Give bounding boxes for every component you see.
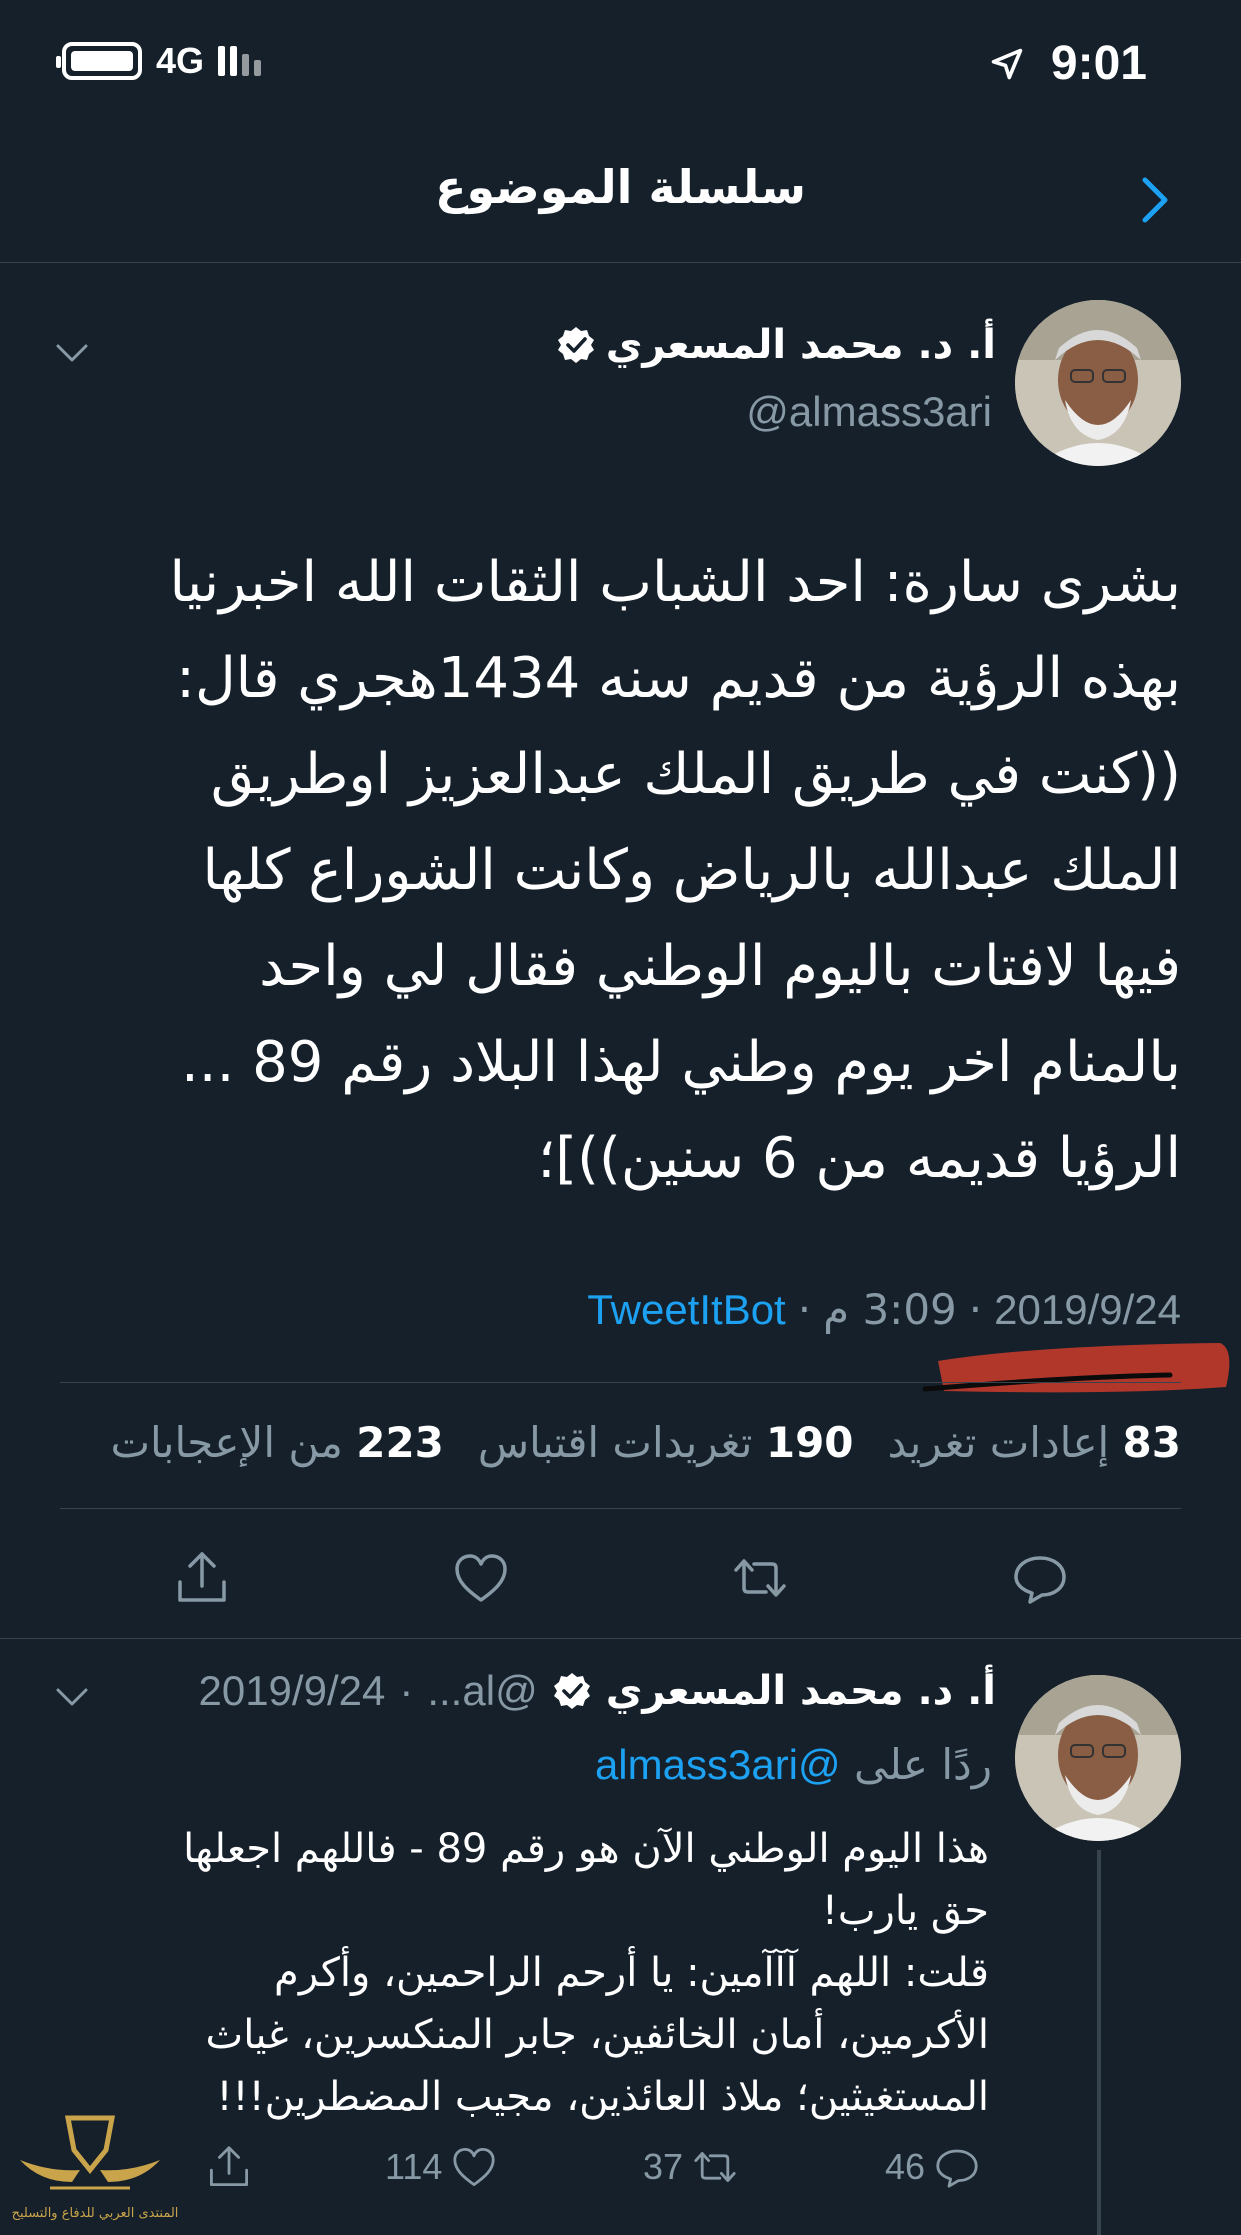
meta-separator: · [399,1667,414,1714]
avatar[interactable] [1015,300,1181,466]
reply-author-name[interactable]: أ. د. محمد المسعري [606,1668,996,1714]
likes-count: 223 [356,1418,444,1467]
like-icon [453,2148,496,2186]
replying-label: ردًا على [854,1740,992,1789]
tweet-source[interactable]: TweetItBot [587,1286,785,1334]
divider [60,1382,1181,1383]
reply-retweet-button[interactable]: 37 [643,2143,739,2191]
retweets-label: إعادات تغريد [887,1418,1110,1467]
reply-reply-button[interactable]: 46 [885,2143,981,2191]
red-annotation-mark [922,1343,1230,1393]
author-handle[interactable]: @almass3ari [746,388,992,436]
divider [60,1508,1181,1509]
reply-share-button[interactable] [205,2143,253,2191]
avatar[interactable] [1015,1675,1181,1841]
watermark-logo: المنتدى العربي للدفاع والتسليح [10,2110,178,2235]
share-icon[interactable] [172,1548,232,1608]
status-left: 4G [56,40,262,82]
reply-header: أ. د. محمد المسعري @al... · 2019/9/24 [198,1667,996,1715]
reply-icon [936,2149,978,2188]
replying-to: ردًا على @almass3ari [595,1740,992,1789]
likes-stat[interactable]: 223 من الإعجابات [110,1418,443,1467]
navigation-header: سلسلة الموضوع [0,130,1241,263]
meta-separator: · [797,1285,812,1334]
tweet-actions [0,1548,1241,1608]
avatar-image [1015,300,1181,466]
avatar-image [1015,1675,1181,1841]
tweet-text: بشرى سارة: احد الشباب الثقات الله اخبرني… [169,550,1181,1191]
replying-mention[interactable]: @almass3ari [595,1741,841,1788]
reply-handle[interactable]: @al... [427,1667,537,1715]
reply-count: 46 [885,2146,926,2187]
share-icon [210,2146,248,2186]
watermark-text: المنتدى العربي للدفاع والتسليح [11,2206,179,2221]
retweets-stat[interactable]: 83 إعادات تغريد [888,1418,1181,1467]
verified-badge-icon [557,327,594,363]
status-bar: 4G 9:01 [0,0,1241,130]
like-count: 114 [385,2146,443,2187]
reply-date[interactable]: 2019/9/24 [198,1667,385,1715]
chevron-down-icon[interactable] [52,1682,92,1712]
battery-icon [56,42,142,80]
author-name-row[interactable]: أ. د. محمد المسعري [556,322,996,368]
verified-badge-icon [553,1673,590,1709]
likes-label: من الإعجابات [110,1418,343,1467]
author-name[interactable]: أ. د. محمد المسعري [606,322,996,368]
tweet-stats: 83 إعادات تغريد 190 تغريدات اقتباس 223 م… [110,1418,1181,1467]
quotes-count: 190 [765,1418,854,1467]
reply-actions: 46 37 114 [0,2143,1241,2203]
chevron-down-icon[interactable] [52,338,92,368]
network-type: 4G [156,40,205,81]
retweet-icon [694,2152,736,2182]
retweet-icon[interactable] [730,1548,790,1608]
page-title: سلسلة الموضوع [435,160,806,214]
reply-like-button[interactable]: 114 [385,2143,498,2191]
like-icon[interactable] [451,1548,511,1608]
retweet-count: 37 [643,2146,684,2187]
quotes-stat[interactable]: 190 تغريدات اقتباس [478,1418,854,1467]
location-arrow-icon [991,48,1023,79]
reply-text: هذا اليوم الوطني الآن هو رقم 89 - فاللهم… [183,1826,989,2120]
clock: 9:01 [1050,37,1147,90]
status-right: 9:01 [989,36,1147,91]
signal-icon [218,46,262,76]
shield-wings-icon [20,2115,160,2190]
reply-icon[interactable] [1010,1548,1070,1608]
back-chevron-icon[interactable] [1131,170,1181,230]
quotes-label: تغريدات اقتباس [477,1418,753,1467]
retweets-count: 83 [1122,1418,1181,1467]
divider [0,1638,1241,1639]
